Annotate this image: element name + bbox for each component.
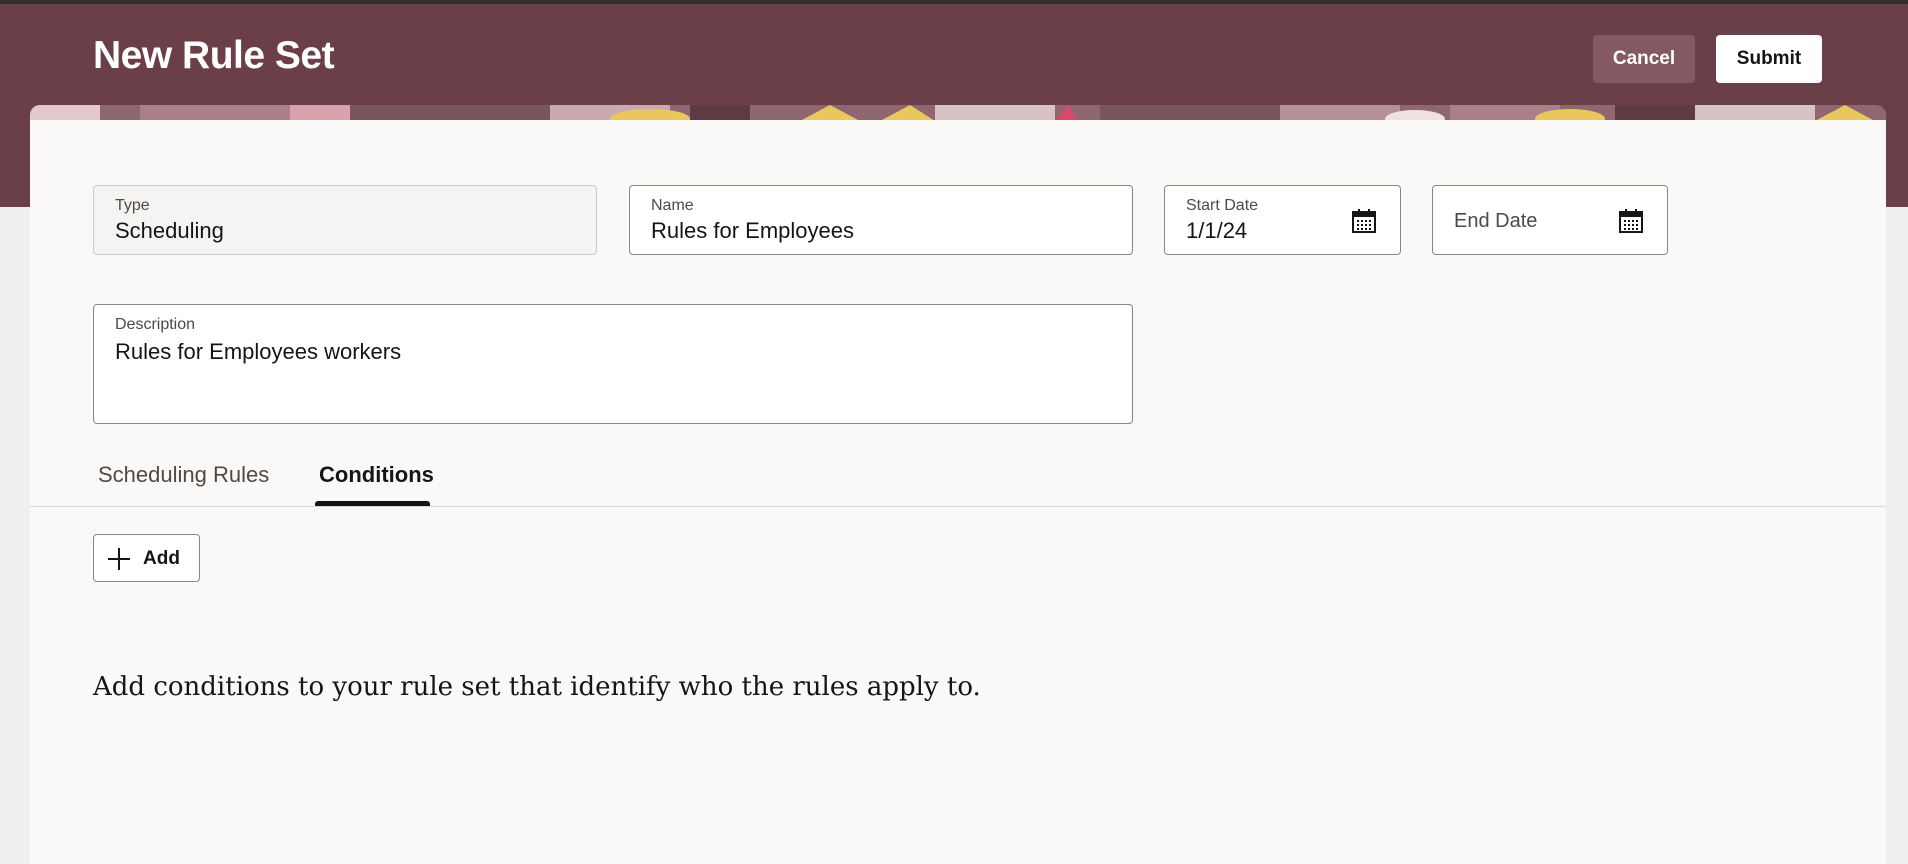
type-value: Scheduling <box>115 218 224 243</box>
start-date-field[interactable]: Start Date 1/1/24 <box>1164 185 1401 255</box>
start-date-label: Start Date <box>1186 197 1259 214</box>
plus-icon <box>108 548 130 570</box>
header-decorative-pattern <box>30 105 1886 121</box>
page-title: New Rule Set <box>93 34 335 77</box>
description-field[interactable]: Description Rules for Employees workers <box>93 304 1133 424</box>
start-date-value[interactable]: 1/1/24 <box>1186 218 1247 244</box>
add-condition-button[interactable]: Add <box>93 534 200 582</box>
submit-button[interactable]: Submit <box>1716 35 1822 83</box>
calendar-icon[interactable] <box>1618 208 1644 234</box>
empty-state-message: Add conditions to your rule set that ide… <box>93 672 981 702</box>
add-label: Add <box>143 548 180 569</box>
name-label: Name <box>651 197 694 214</box>
cancel-button[interactable]: Cancel <box>1593 35 1695 83</box>
description-value[interactable]: Rules for Employees workers <box>115 339 401 365</box>
calendar-icon[interactable] <box>1351 208 1377 234</box>
type-field: Type Scheduling <box>93 185 597 255</box>
tab-conditions[interactable]: Conditions <box>319 462 434 488</box>
form-sheet: Type Scheduling Name Rules for Employees… <box>30 120 1886 864</box>
name-field[interactable]: Name Rules for Employees <box>629 185 1133 255</box>
end-date-placeholder: End Date <box>1454 210 1538 232</box>
tab-scheduling-rules[interactable]: Scheduling Rules <box>98 462 269 488</box>
description-label: Description <box>115 316 196 333</box>
end-date-field[interactable]: End Date <box>1432 185 1668 255</box>
type-label: Type <box>115 197 150 214</box>
tab-divider <box>30 506 1886 507</box>
name-value[interactable]: Rules for Employees <box>651 218 854 244</box>
